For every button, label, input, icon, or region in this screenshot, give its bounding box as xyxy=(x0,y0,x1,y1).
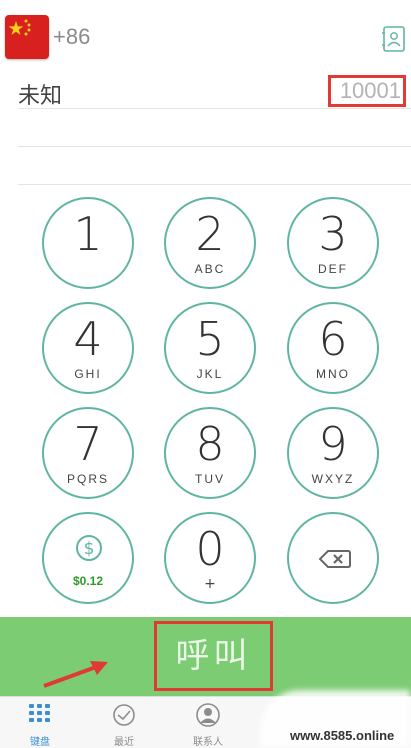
tab-label: 联系人 xyxy=(193,737,223,748)
key-letters: TUV xyxy=(195,472,225,486)
top-bar: +86 xyxy=(0,0,411,70)
tab-recents[interactable]: 最近 xyxy=(84,697,164,748)
key-digit: 4 xyxy=(73,312,103,366)
keypad-key-1[interactable]: 1 xyxy=(42,197,134,289)
backspace-icon xyxy=(319,550,351,568)
key-letters: JKL xyxy=(196,367,224,381)
key-letters: WXYZ xyxy=(311,472,355,486)
delete-key[interactable] xyxy=(287,512,379,604)
arrow-icon xyxy=(43,661,108,688)
person-icon xyxy=(196,703,220,727)
keypad-key-5[interactable]: 5 JKL xyxy=(164,302,256,394)
divider xyxy=(18,108,411,109)
key-digit: 8 xyxy=(195,417,225,471)
call-bar: 呼叫 xyxy=(0,617,411,696)
key-digit: 2 xyxy=(195,207,225,261)
key-letters: MNO xyxy=(316,367,350,381)
country-code[interactable]: +86 xyxy=(53,24,90,50)
china-flag-icon[interactable] xyxy=(5,15,49,59)
dollar-coin-icon: $ xyxy=(76,535,102,561)
keypad-key-7[interactable]: 7 PQRS xyxy=(42,407,134,499)
tab-contacts[interactable]: 联系人 xyxy=(168,697,248,748)
key-letters: GHI xyxy=(74,367,102,381)
keypad-key-2[interactable]: 2 ABC xyxy=(164,197,256,289)
caller-row: 未知 10001 xyxy=(0,70,411,110)
keypad-key-0[interactable]: 0 + xyxy=(164,512,256,604)
key-digit: 0 xyxy=(195,522,225,576)
keypad-grid-icon xyxy=(29,704,50,722)
call-button[interactable]: 呼叫 xyxy=(154,621,273,691)
key-letters: DEF xyxy=(318,262,348,276)
key-letters: PQRS xyxy=(66,472,109,486)
key-digit: 9 xyxy=(318,417,348,471)
key-letters: ABC xyxy=(194,262,226,276)
keypad-key-4[interactable]: 4 GHI xyxy=(42,302,134,394)
watermark-text: www.8585.online xyxy=(290,728,395,743)
tab-keypad[interactable]: 键盘 xyxy=(0,697,80,748)
balance-key[interactable]: $ $0.12 xyxy=(42,512,134,604)
address-book-icon[interactable] xyxy=(382,25,406,53)
key-digit: 1 xyxy=(73,207,103,261)
keypad-key-6[interactable]: 6 MNO xyxy=(287,302,379,394)
caller-name: 未知 xyxy=(18,84,63,109)
balance-amount: $0.12 xyxy=(72,574,104,588)
key-digit: 5 xyxy=(195,312,225,366)
keypad-key-3[interactable]: 3 DEF xyxy=(287,197,379,289)
tab-label: 键盘 xyxy=(30,737,50,748)
divider xyxy=(18,184,411,185)
tab-label: 最近 xyxy=(114,737,134,748)
key-digit: 3 xyxy=(318,207,348,261)
key-digit: 6 xyxy=(318,312,348,366)
divider xyxy=(18,146,411,147)
svg-text:$: $ xyxy=(84,539,95,559)
clock-history-icon xyxy=(113,704,135,726)
keypad-key-9[interactable]: 9 WXYZ xyxy=(287,407,379,499)
dialed-number[interactable]: 10001 xyxy=(328,75,406,107)
key-digit: 7 xyxy=(73,417,103,471)
key-plus: + xyxy=(204,576,216,592)
keypad-key-8[interactable]: 8 TUV xyxy=(164,407,256,499)
